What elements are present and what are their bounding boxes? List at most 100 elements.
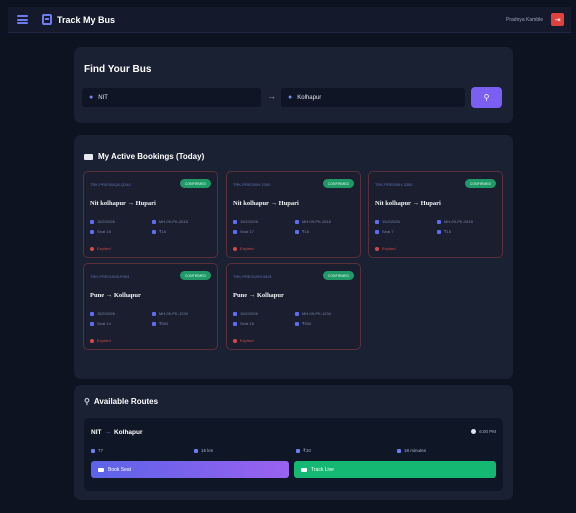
booking-card[interactable]: TRK-PRE000Q8-Q240 CONFIRMED Nit kolhapur… [83, 171, 218, 258]
road-icon [194, 448, 198, 453]
ticket-icon [98, 467, 104, 472]
booking-bus: MH-09-PK-2618 [295, 219, 331, 224]
calendar-icon [375, 219, 379, 224]
booking-seat: Seat 7 [375, 229, 394, 234]
booking-status: Expired [90, 246, 111, 251]
booking-date: 15/2/2026 [233, 311, 258, 316]
logout-icon: ⇥ [554, 16, 561, 24]
status-badge: CONFIRMED [322, 271, 354, 280]
booking-bus: MH-09-PK-1234 [152, 311, 188, 316]
booking-fare: ₹500 [152, 321, 168, 326]
booking-route: Nit kolhapur → Hupari [375, 200, 441, 207]
booking-fare: ₹16 [152, 229, 166, 234]
top-navbar: Track My Bus Pradnya Kamble ⇥ [8, 7, 571, 33]
booking-seat: Seat 14 [90, 321, 111, 326]
available-routes-panel: ⚲ Available Routes NIT → Kolhapur 6:00 PM … [74, 385, 513, 500]
route-duration: 18 minutes [397, 448, 426, 453]
bookings-title-text: My Active Bookings (Today) [98, 152, 205, 161]
route-bus-number: 77 [91, 448, 103, 453]
calendar-icon [233, 219, 237, 224]
booking-fare: ₹16 [295, 229, 309, 234]
status-badge: CONFIRMED [464, 179, 496, 188]
from-input[interactable]: ● NIT [82, 88, 261, 107]
routes-title: ⚲ Available Routes [84, 397, 158, 406]
booking-date: 15/2/2026 [90, 311, 115, 316]
status-badge: CONFIRMED [179, 179, 211, 188]
book-seat-button[interactable]: Book Seat [91, 461, 289, 478]
user-name: Pradnya Kamble [506, 16, 543, 23]
booking-status: Expired [233, 246, 254, 251]
booking-date: 15/2/2026 [90, 219, 115, 224]
booking-id: TRK-PRE000H-3300 [375, 182, 413, 187]
booking-fare: ₹15 [437, 229, 451, 234]
rupee-icon [296, 449, 300, 453]
location-pin-icon: ● [89, 94, 94, 101]
route-name: NIT → Kolhapur [91, 429, 143, 436]
route-card: NIT → Kolhapur 6:00 PM 77 15 km ₹10 18 min… [84, 418, 503, 491]
find-bus-panel: Find Your Bus ● NIT → ● Kolhapur ⚲ [74, 47, 513, 123]
booking-bus: MH-09-PK-2618 [437, 219, 473, 224]
to-input[interactable]: ● Kolhapur [281, 88, 465, 107]
hourglass-icon [397, 448, 401, 453]
bus-icon [91, 448, 95, 453]
booking-id: TRK-PRE01269-9401 [233, 274, 272, 279]
bus-icon [437, 219, 441, 224]
booking-card[interactable]: TRK-PRE000H-3300 CONFIRMED Nit kolhapur … [368, 171, 503, 258]
seat-icon [233, 229, 237, 234]
find-bus-title: Find Your Bus [84, 64, 152, 75]
search-icon: ⚲ [483, 93, 490, 102]
calendar-icon [90, 311, 94, 316]
booking-route: Pune → Kolhapur [233, 292, 284, 299]
app-title: Track My Bus [57, 14, 116, 25]
booking-card[interactable]: TRK-PRE01595-P304 CONFIRMED Pune → Kolha… [83, 263, 218, 350]
logout-button[interactable]: ⇥ [551, 13, 564, 26]
booking-route: Pune → Kolhapur [90, 292, 141, 299]
booking-fare: ₹500 [295, 321, 311, 326]
booking-status: Expired [375, 246, 396, 251]
booking-card[interactable]: TRK-PRE000H-7000 CONFIRMED Nit kolhapur … [226, 171, 361, 258]
expired-icon [90, 246, 94, 251]
from-value: NIT [98, 94, 108, 101]
seat-icon [90, 229, 94, 234]
arrow-right-icon: → [267, 91, 276, 101]
location-pin-icon: ● [288, 94, 293, 101]
booking-status: Expired [233, 338, 254, 343]
bus-icon [295, 219, 299, 224]
expired-icon [375, 246, 379, 251]
bus-icon [152, 219, 156, 224]
hamburger-menu-icon[interactable] [17, 15, 28, 24]
routes-title-text: Available Routes [93, 397, 159, 406]
booking-seat: Seat 18 [233, 321, 254, 326]
track-live-button[interactable]: Track Live [294, 461, 496, 478]
clock-icon [471, 429, 477, 434]
booking-card[interactable]: TRK-PRE01269-9401 CONFIRMED Pune → Kolha… [226, 263, 361, 350]
booking-route: Nit kolhapur → Hupari [90, 200, 156, 207]
booking-date: 15/2/2026 [375, 219, 400, 224]
bus-icon [295, 311, 299, 316]
seat-icon [375, 229, 379, 234]
rupee-icon [152, 229, 156, 234]
rupee-icon [295, 229, 299, 234]
seat-icon [90, 321, 94, 326]
route-distance: 15 km [194, 448, 213, 453]
search-button[interactable]: ⚲ [471, 87, 502, 108]
rupee-icon [295, 321, 299, 326]
booking-id: TRK-PRE01595-P304 [90, 274, 130, 279]
active-bookings-panel: My Active Bookings (Today) TRK-PRE000Q8-… [74, 135, 513, 379]
rupee-icon [152, 321, 156, 326]
bus-icon [152, 311, 156, 316]
booking-seat: Seat 17 [233, 229, 254, 234]
booking-bus: MH-09-PK-1234 [295, 311, 331, 316]
booking-bus: MH-09-PK-2618 [152, 219, 188, 224]
location-pin-icon [301, 467, 307, 472]
seat-icon [233, 321, 237, 326]
status-badge: CONFIRMED [322, 179, 354, 188]
booking-seat: Seat 16 [90, 229, 111, 234]
booking-date: 15/2/2026 [233, 219, 258, 224]
route-time: 6:00 PM [471, 429, 496, 434]
expired-icon [233, 246, 237, 251]
booking-route: Nit kolhapur → Hupari [233, 200, 299, 207]
ticket-icon [84, 153, 93, 160]
expired-icon [90, 338, 94, 343]
booking-id: TRK-PRE000H-7000 [233, 182, 271, 187]
